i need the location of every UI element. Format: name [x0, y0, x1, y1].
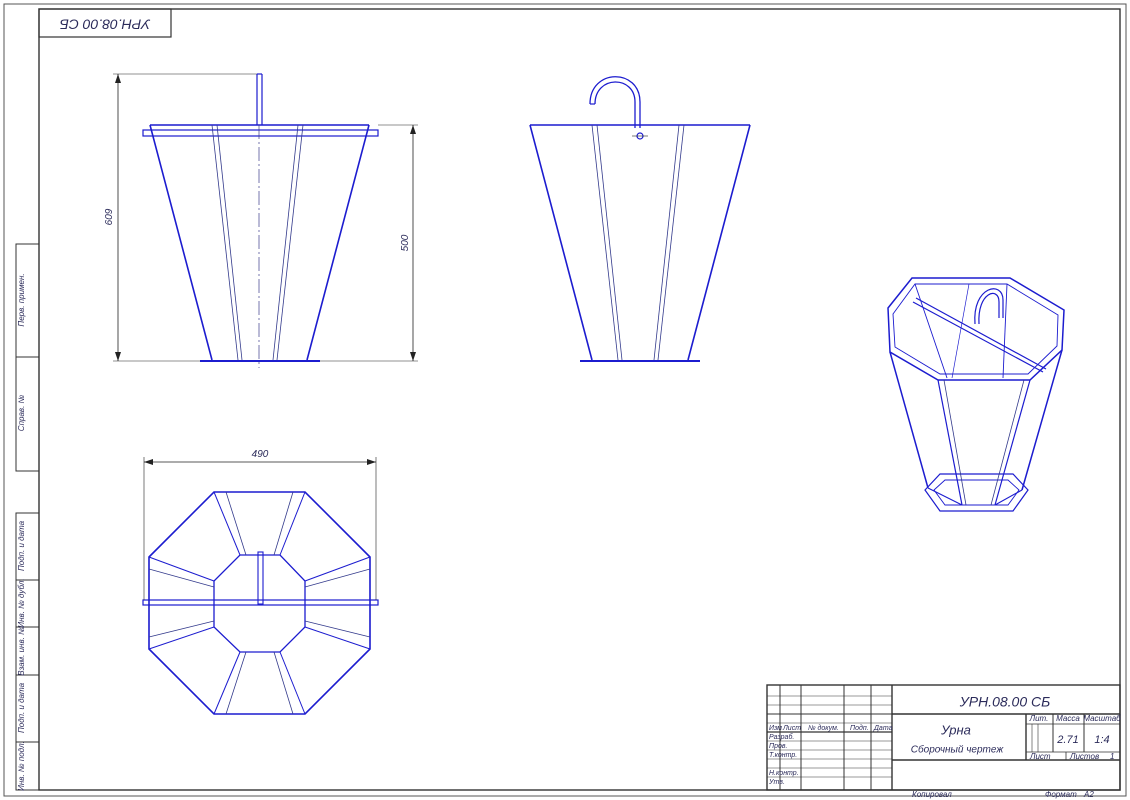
- corner-designation-text: УРН.08.00 СБ: [60, 16, 151, 32]
- mass-label: Масса: [1056, 714, 1080, 723]
- dim-body-height: 500: [400, 234, 411, 251]
- role-tkontr: Т.контр.: [769, 752, 797, 759]
- footer-format-label: Формат: [1045, 790, 1077, 799]
- scale-label: Масштаб: [1083, 714, 1121, 723]
- role-utv: Утв.: [768, 779, 785, 786]
- title-designation: УРН.08.00 СБ: [959, 694, 1050, 710]
- header-izm: Изм: [769, 725, 782, 732]
- sheets-label: Листов: [1069, 752, 1099, 761]
- lit-label: Лит.: [1029, 714, 1049, 723]
- footer-format-value: A2: [1083, 790, 1094, 799]
- corner-stamp: УРН.08.00 СБ: [38, 8, 172, 38]
- side-view: [529, 76, 751, 362]
- sheet-label: Лист: [1029, 752, 1051, 761]
- title-block: УРН.08.00 СБ Урна Сборочный чертеж Изм Л…: [766, 684, 1121, 791]
- header-data: Дата: [873, 725, 893, 732]
- role-prov: Пров.: [769, 743, 788, 750]
- role-razrab: Разраб.: [769, 733, 794, 741]
- sheets-value: 1: [1110, 752, 1114, 761]
- side-strip: Перв. примен. Справ. № Подп. и дата Инв.…: [15, 243, 40, 791]
- side-label-dubl: Инв. № дубл.: [17, 578, 26, 627]
- side-label-vzam: Взам. инв. №: [17, 626, 26, 676]
- dim-width: 490: [252, 449, 269, 460]
- footer-copied: Копировал: [912, 790, 952, 799]
- drawing-frame: [38, 8, 1121, 791]
- title-name: Урна: [940, 722, 971, 737]
- scale-value: 1:4: [1094, 734, 1109, 746]
- sheet-edge: [3, 3, 1127, 797]
- title-doc-type: Сборочный чертеж: [911, 744, 1005, 756]
- role-nkontr: Н.контр.: [769, 770, 799, 777]
- isometric-view: [887, 277, 1065, 512]
- side-label-podp1: Подп. и дата: [17, 520, 26, 571]
- side-label-perv: Перв. примен.: [17, 273, 26, 326]
- top-view: 490: [142, 449, 379, 715]
- side-label-inv: Инв. № подл.: [17, 741, 26, 791]
- header-podp: Подп.: [850, 724, 869, 732]
- drawing-sheet: УРН.08.00 СБ Перв. примен. Справ. № Подп…: [3, 3, 1127, 799]
- header-doc-no: № докум.: [808, 724, 839, 732]
- front-view: 609 500: [104, 73, 418, 368]
- side-label-sprav: Справ. №: [17, 394, 26, 431]
- dim-overall-height: 609: [104, 208, 115, 225]
- side-label-podp2: Подп. и дата: [17, 682, 26, 733]
- header-list: Лист: [782, 725, 801, 732]
- mass-value: 2.71: [1056, 734, 1078, 746]
